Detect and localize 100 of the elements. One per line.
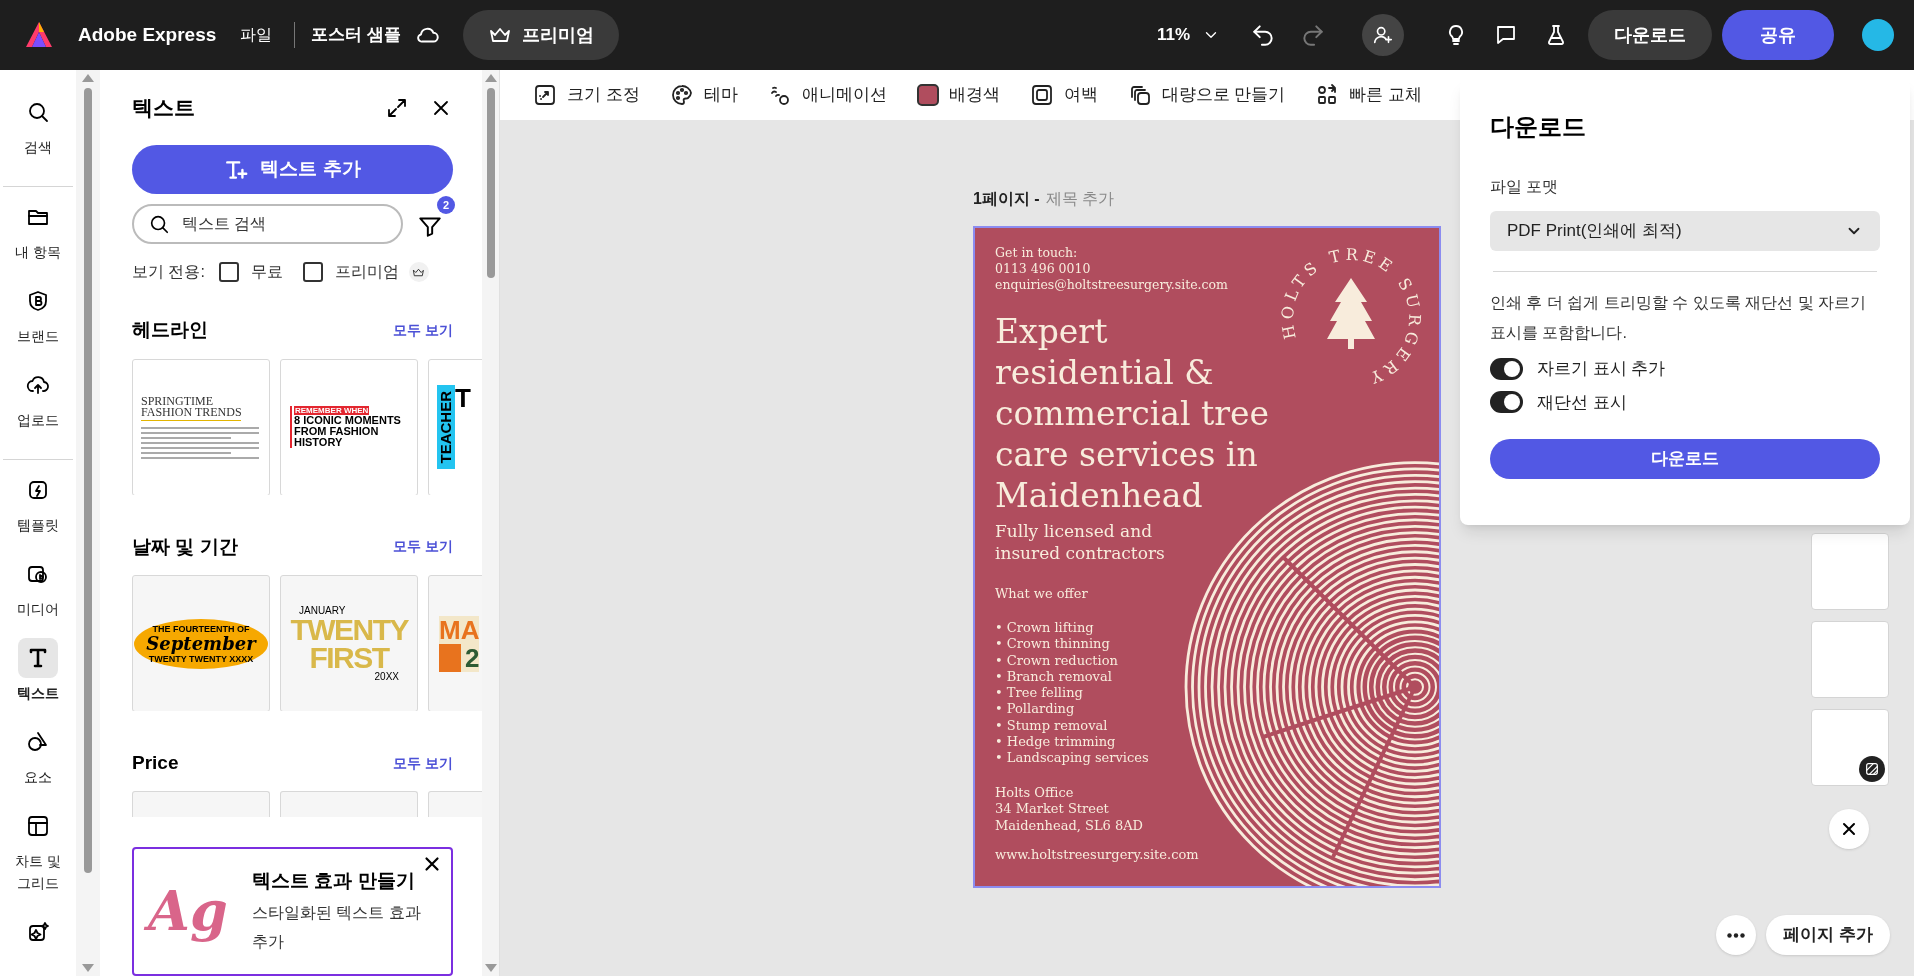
promo-title: 텍스트 효과 만들기 (252, 869, 416, 894)
section-title: 헤드라인 (132, 318, 208, 343)
asset-thumbnail[interactable] (1811, 533, 1889, 610)
document-title: 포스터 샘플 (311, 24, 402, 47)
service-item: • Crown reduction (995, 652, 1119, 669)
rail-item[interactable]: 텍스트 (3, 638, 73, 722)
card-title: TEACHER (435, 391, 455, 464)
template-card[interactable]: REMEMBER WHEN 8 ICONIC MOMENTS FROM FASHION HISTORY (280, 358, 418, 495)
template-card[interactable]: TEACHER T (428, 358, 483, 495)
checkbox[interactable] (218, 262, 239, 283)
service-item: • Pollarding (995, 701, 1076, 718)
toolbar-button[interactable]: 배경색 (916, 82, 1000, 108)
app-logo-icon[interactable] (24, 20, 54, 50)
toolbar-icon (1029, 83, 1054, 107)
card-title: September (146, 633, 256, 654)
toolbar-button[interactable]: 빠른 교체 (1315, 82, 1423, 108)
see-all-link[interactable]: 모두 보기 (393, 320, 453, 342)
undo-icon[interactable] (1250, 22, 1276, 48)
section-title: 날짜 및 기간 (132, 534, 238, 559)
field-label: 파일 포맷 (1490, 177, 1560, 197)
card-title: 8 ICONIC MOMENTS FROM FASHION HISTORY (294, 415, 402, 449)
service-item: • Crown lifting (995, 620, 1095, 637)
add-text-button[interactable]: 텍스트 추가 (132, 144, 453, 195)
card-subtitle: TWENTY TWENTY XXXX (148, 653, 254, 664)
card-title: SPRINGTIME FASHION TRENDS (141, 395, 243, 418)
rail-icon (26, 814, 50, 838)
toolbar-icon (533, 83, 557, 107)
download-button[interactable]: 다운로드 (1490, 439, 1880, 479)
toolbar-button[interactable]: 크기 조정 (533, 82, 640, 108)
website: www.holtstreesurgery.site.com (995, 847, 1200, 864)
card-letter: T (455, 385, 471, 412)
avatar[interactable] (1862, 19, 1894, 51)
comment-icon[interactable] (1494, 23, 1518, 47)
card-tag: REMEMBER WHEN (294, 406, 370, 416)
poster[interactable] (973, 226, 1441, 888)
rail-item[interactable]: 차트 및 그리드 (3, 806, 73, 912)
format-dropdown[interactable]: PDF Print(인쇄에 최적) (1490, 211, 1880, 251)
zoom-dropdown[interactable]: 11% (1156, 22, 1220, 48)
toolbar-button[interactable]: 테마 (669, 82, 738, 108)
rail-item[interactable]: 요소 (3, 722, 73, 806)
rail-icon (26, 730, 50, 754)
close-button[interactable] (1829, 809, 1869, 849)
person-add-icon (1372, 24, 1394, 46)
panel-title: 텍스트 (132, 95, 196, 122)
rail-icon (26, 289, 50, 313)
template-card[interactable]: MA 2 (428, 575, 483, 711)
rail-icon (26, 100, 50, 124)
card-subtitle: THE FOURTEENTH OF (152, 623, 250, 634)
card-number: 2 (465, 643, 480, 672)
card-title: TWENTY FIRST (290, 615, 408, 672)
stripes-icon (1859, 756, 1885, 782)
scrollbar-thumb[interactable] (84, 88, 92, 873)
toggle-label: 재단선 표시 (1537, 391, 1627, 414)
asset-thumbnail[interactable] (1811, 621, 1889, 698)
app-name: Adobe Express (78, 22, 217, 47)
template-card[interactable]: THE FOURTEENTH OF September TWENTY TWENTY XXXX (132, 575, 270, 711)
promo-text: 스타일화된 텍스트 효과 추가 (252, 902, 422, 952)
see-all-link[interactable]: 모두 보기 (393, 752, 453, 774)
view-only-label: 보기 전용: (132, 262, 205, 283)
redo-icon[interactable] (1300, 22, 1326, 48)
card-subtitle: JANUARY (299, 605, 346, 616)
toolbar-icon (669, 83, 694, 107)
service-item: • Stump removal (995, 717, 1109, 735)
file-menu[interactable]: 파일 (240, 23, 273, 47)
poster-headline: Expert residential & commercial tree care services in Maidenhead (995, 311, 1270, 516)
share-button[interactable]: 공유 (1722, 10, 1834, 60)
checkbox[interactable] (302, 262, 323, 283)
service-item: • Tree felling (995, 685, 1084, 702)
rail-item[interactable]: 업로드 (3, 365, 73, 449)
asset-thumbnail[interactable] (1811, 709, 1889, 786)
toolbar-button[interactable]: 여백 (1029, 82, 1098, 108)
search-field[interactable]: 텍스트 검색 (132, 204, 403, 245)
search-icon (148, 213, 170, 236)
more-button[interactable] (1716, 915, 1756, 955)
scrollbar-thumb[interactable] (486, 88, 495, 278)
add-page-button[interactable]: 페이지 추가 (1766, 915, 1890, 955)
offer-title: What we offer (995, 586, 1089, 602)
toggle-switch[interactable] (1490, 357, 1523, 380)
service-item: • Crown thinning (995, 636, 1111, 653)
rail-icon (26, 373, 50, 397)
premium-button[interactable]: 프리미엄 (463, 10, 620, 60)
rail-item[interactable]: 내 항목 (3, 197, 73, 281)
rail-item[interactable]: 검색 (3, 92, 73, 176)
rail-item[interactable]: 템플릿 (3, 470, 73, 554)
rail-icon (26, 478, 50, 502)
template-card[interactable]: JANUARY TWENTY FIRST 20XX (280, 575, 418, 711)
checkbox-label: 무료 (250, 262, 283, 283)
toolbar-button[interactable]: 대량으로 만들기 (1127, 82, 1286, 108)
download-button[interactable]: 다운로드 (1588, 10, 1712, 60)
toggle-switch[interactable] (1490, 391, 1523, 414)
page-number-label: 1페이지 - (973, 189, 1040, 209)
template-card[interactable]: SPRINGTIME FASHION TRENDS (132, 358, 270, 495)
rail-item[interactable]: 브랜드 (3, 281, 73, 365)
rail-item[interactable]: 미디어 (3, 554, 73, 638)
invite-button[interactable] (1362, 14, 1404, 56)
see-all-link[interactable]: 모두 보기 (393, 536, 453, 558)
toolbar-button[interactable]: 애니메이션 (767, 82, 887, 108)
poster-subheadline: Fully licensed and insured contractors (995, 520, 1165, 564)
contact-info: Get in touch: 0113 496 0010 enquiries@holtstreesurgery.site.com (995, 245, 1228, 293)
premium-crown-icon (408, 262, 429, 283)
